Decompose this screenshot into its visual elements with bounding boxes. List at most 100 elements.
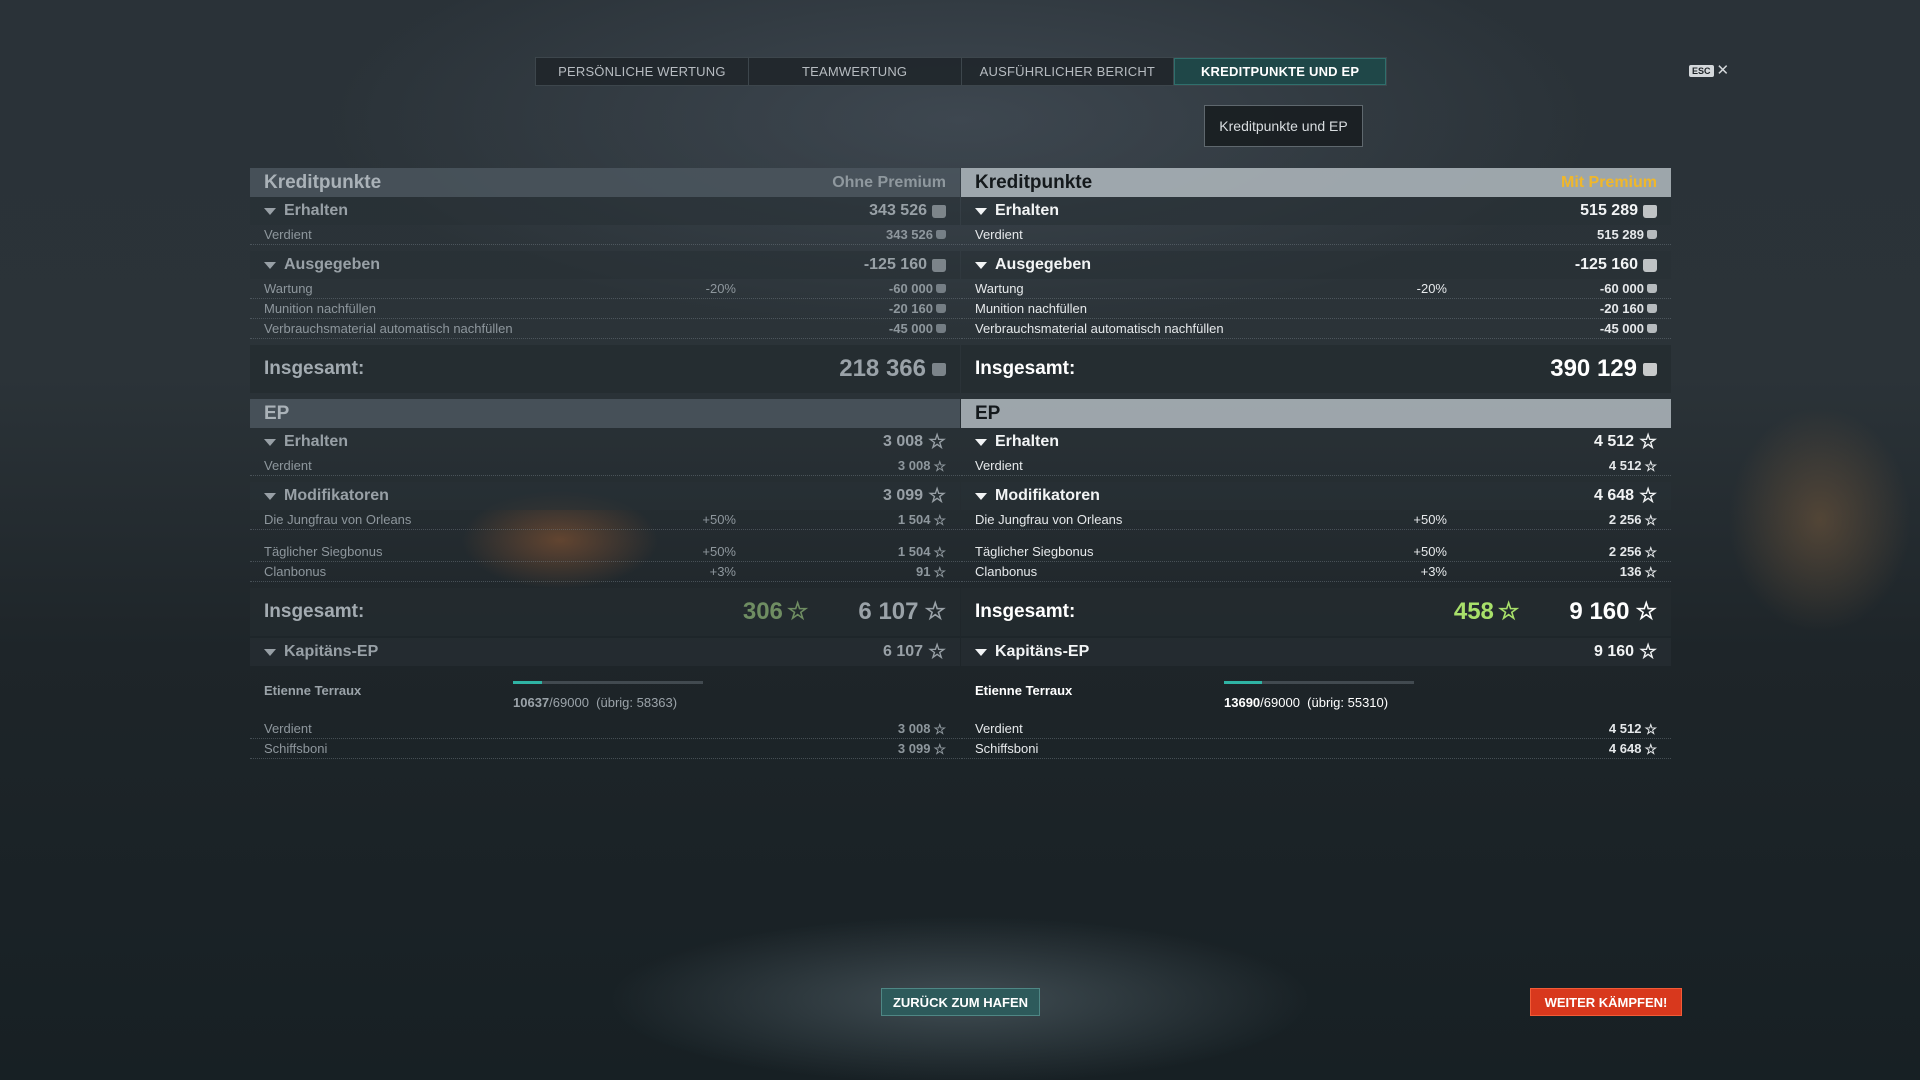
- xp-header: EP: [250, 399, 960, 428]
- xp-star-icon: ☆: [1644, 720, 1657, 737]
- close-button[interactable]: ESC ✕: [1689, 63, 1729, 78]
- xp-earned-group[interactable]: Erhalten 4 512 ☆: [961, 428, 1671, 456]
- row-value: 136: [1619, 564, 1642, 579]
- credits-title: Kreditpunkte: [264, 171, 382, 193]
- credit-coin-icon: [932, 204, 946, 218]
- group-label: Ausgegeben: [284, 256, 381, 273]
- captain-progress-bar: [1224, 681, 1414, 684]
- captain-progress-text: 10637/69000 (übrig: 58363): [513, 695, 678, 710]
- credit-coin-icon: [936, 284, 946, 293]
- total-label: Insgesamt:: [264, 601, 365, 622]
- total-label: Insgesamt:: [975, 358, 1076, 379]
- xp-total: Insgesamt: 458 ☆ 9 160 ☆: [961, 588, 1671, 636]
- row-label: Wartung: [975, 281, 1024, 296]
- tab-credits-and-xp[interactable]: KREDITPUNKTE UND EP: [1174, 58, 1386, 85]
- bonus-xp-value: 306: [742, 598, 783, 625]
- premium-tag: Ohne Premium: [832, 173, 946, 191]
- credits-earned-group[interactable]: Erhalten 515 289: [961, 197, 1671, 225]
- tab-personal-score[interactable]: PERSÖNLICHE WERTUNG: [536, 58, 749, 85]
- bonus-xp-value: 458: [1453, 598, 1494, 625]
- captain-xp-group[interactable]: Kapitäns-EP 6 107 ☆: [250, 638, 960, 666]
- row-value: -45 000: [888, 321, 933, 336]
- xp-header: EP: [961, 399, 1671, 428]
- group-value: 515 289: [1580, 202, 1638, 219]
- row-value: -60 000: [888, 281, 933, 296]
- row-label: Verbrauchsmaterial automatisch nachfülle…: [264, 321, 513, 336]
- credits-header: Kreditpunkte Ohne Premium: [250, 168, 960, 197]
- xp-star-icon: ☆: [1644, 563, 1657, 580]
- credits-total: Insgesamt: 390 129: [961, 345, 1671, 393]
- detail-row: Wartung -20% -60 000: [250, 279, 960, 299]
- captain-progress-fill: [1224, 681, 1262, 684]
- detail-row: Schiffsboni 4 648 ☆: [961, 739, 1671, 759]
- column-with-premium: Kreditpunkte Mit Premium Erhalten 515 28…: [961, 168, 1671, 759]
- row-percent: +3%: [1420, 564, 1447, 579]
- xp-star-icon: ☆: [1639, 485, 1657, 507]
- group-label: Kapitäns-EP: [284, 643, 379, 660]
- row-value: -45 000: [1599, 321, 1644, 336]
- row-value: 4 512: [1608, 458, 1642, 473]
- total-value: 9 160: [1569, 598, 1630, 625]
- captain-xp-group[interactable]: Kapitäns-EP 9 160 ☆: [961, 638, 1671, 666]
- collapse-triangle-icon: [264, 207, 276, 215]
- collapse-triangle-icon: [975, 207, 987, 215]
- detail-row: Clanbonus +3% 91 ☆: [250, 562, 960, 582]
- row-label: Die Jungfrau von Orleans: [975, 512, 1123, 527]
- xp-star-icon: ☆: [928, 641, 946, 663]
- xp-star-icon: ☆: [928, 485, 946, 507]
- row-value: 3 099: [897, 741, 931, 756]
- xp-star-icon: ☆: [1644, 740, 1657, 757]
- detail-row: Clanbonus +3% 136 ☆: [961, 562, 1671, 582]
- row-label: Verdient: [264, 227, 312, 242]
- xp-star-icon: ☆: [933, 543, 946, 560]
- credit-coin-icon: [932, 258, 946, 272]
- row-value: 1 504: [897, 512, 931, 527]
- captain-progress: Etienne Terraux 10637/69000 (übrig: 5836…: [250, 666, 960, 724]
- row-value: 515 289: [1597, 227, 1644, 242]
- tab-team-score[interactable]: TEAMWERTUNG: [749, 58, 962, 85]
- xp-modifiers-group[interactable]: Modifikatoren 4 648 ☆: [961, 482, 1671, 510]
- row-percent: -20%: [1416, 281, 1447, 296]
- row-percent: +50%: [702, 512, 736, 527]
- collapse-triangle-icon: [975, 648, 987, 656]
- captain-progress-text: 13690/69000 (übrig: 55310): [1224, 695, 1389, 710]
- xp-star-icon: ☆: [933, 457, 946, 474]
- xp-title: EP: [264, 402, 290, 424]
- credits-spent-group[interactable]: Ausgegeben -125 160: [250, 251, 960, 279]
- xp-modifiers-group[interactable]: Modifikatoren 3 099 ☆: [250, 482, 960, 510]
- detail-row: Verdient 515 289: [961, 225, 1671, 245]
- group-value: 3 099: [883, 487, 924, 504]
- xp-earned-group[interactable]: Erhalten 3 008 ☆: [250, 428, 960, 456]
- group-value: 4 512: [1594, 433, 1635, 450]
- tab-detailed-report[interactable]: AUSFÜHRLICHER BERICHT: [962, 58, 1175, 85]
- row-value: 3 008: [897, 458, 931, 473]
- credits-earned-group[interactable]: Erhalten 343 526: [250, 197, 960, 225]
- keep-fighting-button[interactable]: WEITER KÄMPFEN!: [1530, 988, 1682, 1016]
- total-label: Insgesamt:: [975, 601, 1076, 622]
- detail-row: Die Jungfrau von Orleans +50% 1 504 ☆: [250, 510, 960, 530]
- row-label: Täglicher Siegbonus: [975, 544, 1094, 559]
- row-label: Verdient: [264, 721, 312, 736]
- credits-total: Insgesamt: 218 366: [250, 345, 960, 393]
- total-value: 218 366: [839, 355, 926, 382]
- detail-row: Munition nachfüllen -20 160: [961, 299, 1671, 319]
- group-label: Ausgegeben: [995, 256, 1092, 273]
- collapse-triangle-icon: [264, 492, 276, 500]
- credit-coin-icon: [936, 230, 946, 239]
- row-label: Munition nachfüllen: [264, 301, 377, 316]
- group-value: 3 008: [883, 433, 924, 450]
- credit-coin-icon: [1647, 304, 1657, 313]
- group-value: -125 160: [863, 256, 927, 273]
- tab-tooltip: Kreditpunkte und EP: [1204, 105, 1363, 147]
- xp-star-icon: ☆: [924, 598, 946, 625]
- row-value: 2 256: [1608, 512, 1642, 527]
- xp-star-icon: ☆: [933, 563, 946, 580]
- back-to-port-button[interactable]: ZURÜCK ZUM HAFEN: [881, 988, 1040, 1016]
- group-label: Erhalten: [284, 433, 349, 450]
- esc-key-icon: ESC: [1689, 64, 1714, 77]
- row-value: 4 512: [1608, 721, 1642, 736]
- detail-row: Verbrauchsmaterial automatisch nachfülle…: [961, 319, 1671, 339]
- collapse-triangle-icon: [264, 648, 276, 656]
- collapse-triangle-icon: [264, 438, 276, 446]
- credits-spent-group[interactable]: Ausgegeben -125 160: [961, 251, 1671, 279]
